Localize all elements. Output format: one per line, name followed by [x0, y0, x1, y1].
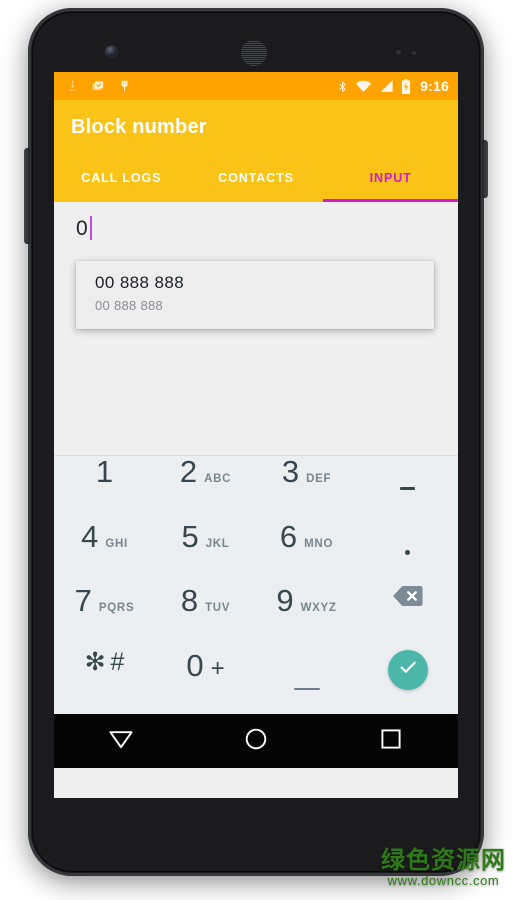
battery-charging-icon: [401, 78, 411, 94]
dialpad-key-5[interactable]: 5 JKL: [155, 521, 256, 586]
plus-symbol: +: [210, 654, 225, 682]
home-circle-icon: [244, 727, 268, 756]
input-content-area: 0 00 888 888 00 888 888: [54, 202, 458, 456]
key-digit-label: 1: [95, 454, 114, 489]
tab-input[interactable]: INPUT: [323, 154, 458, 202]
suggestion-list-item[interactable]: 00 888 888 00 888 888: [76, 272, 434, 316]
text-cursor: [89, 216, 92, 240]
backspace-key[interactable]: [357, 585, 458, 650]
dialpad-key-3[interactable]: 3 DEF: [256, 456, 357, 521]
page-title: Block number: [71, 115, 207, 138]
front-camera-lens: [106, 46, 117, 57]
volume-rocker-button[interactable]: [24, 148, 30, 244]
android-debug-icon: [118, 79, 131, 93]
key-letters-label: PQRS: [98, 602, 135, 614]
key-letters-label: JKL: [205, 537, 230, 550]
back-triangle-icon: [108, 728, 134, 755]
wifi-icon: [355, 79, 372, 93]
tab-bar: CALL LOGS CONTACTS INPUT: [54, 154, 458, 202]
key-letters-label: DEF: [306, 473, 332, 485]
app-bar: Block number: [54, 100, 458, 154]
suggestion-primary-text: 00 888 888: [95, 273, 185, 292]
cellular-signal-icon: [379, 79, 394, 93]
dialpad-key-4[interactable]: 4 GHI: [54, 521, 155, 586]
dash-icon: [400, 487, 415, 490]
star-symbol: ✻: [84, 647, 106, 676]
dialpad-key-8[interactable]: 8 TUV: [155, 585, 256, 650]
suggestion-secondary-text: 00 888 888: [95, 297, 164, 313]
key-letters-label: MNO: [304, 537, 334, 550]
confirm-fab[interactable]: [387, 649, 428, 690]
confirm-fab-cell[interactable]: [357, 649, 458, 715]
dialpad-key-7[interactable]: 7 PQRS: [54, 585, 155, 650]
phone-number-input[interactable]: 0: [54, 202, 458, 240]
key-digit-label: 5: [181, 518, 199, 554]
key-letters-label: TUV: [205, 602, 231, 614]
dialpad-key-1[interactable]: 1: [54, 456, 155, 521]
dialpad-key-6[interactable]: 6 MNO: [256, 521, 357, 586]
key-letters-label: ABC: [204, 473, 232, 485]
dialpad-key-2[interactable]: 2 ABC: [155, 456, 256, 521]
phone-screen: 9:16 Block number CALL LOGS CONTACTS INP…: [54, 72, 458, 798]
power-button[interactable]: [482, 140, 488, 198]
backspace-icon: [392, 585, 423, 607]
dot-icon: [405, 550, 410, 556]
bluetooth-icon: [337, 79, 348, 94]
dialpad-key-dash[interactable]: [357, 456, 458, 521]
nav-back-button[interactable]: [54, 728, 189, 755]
tab-call-logs[interactable]: CALL LOGS: [54, 154, 189, 202]
system-navigation-bar: [54, 714, 458, 768]
phone-number-value: 0: [76, 216, 88, 240]
recents-square-icon: [380, 728, 402, 755]
check-icon: [397, 656, 419, 683]
screenshot-saved-icon: [91, 79, 106, 93]
key-digit-label: 2: [179, 454, 198, 489]
usb-download-icon: [66, 79, 79, 93]
key-digit-label: 8: [180, 583, 199, 618]
status-bar: 9:16: [54, 72, 458, 100]
nav-home-button[interactable]: [189, 727, 324, 756]
status-bar-clock: 9:16: [420, 78, 449, 94]
underscore-icon: [293, 687, 320, 690]
dialpad-key-0-plus[interactable]: 0 +: [155, 650, 256, 715]
phone-device-frame: 9:16 Block number CALL LOGS CONTACTS INP…: [24, 8, 488, 876]
proximity-sensor-cluster: [396, 50, 422, 55]
status-bar-left-icons: [66, 79, 131, 93]
key-digit-label: 7: [74, 583, 92, 618]
key-digit-label: 3: [281, 454, 300, 489]
key-digit-label: 4: [81, 518, 99, 554]
key-letters-label: WXYZ: [300, 602, 337, 614]
dialpad-key-space[interactable]: [256, 650, 357, 715]
suggestion-dropdown: 00 888 888 00 888 888: [76, 261, 434, 329]
status-bar-right-icons: 9:16: [337, 78, 449, 94]
nav-recents-button[interactable]: [323, 728, 458, 755]
key-digit-label: 0: [186, 647, 204, 683]
dialpad-key-star-hash[interactable]: ✻ #: [54, 647, 155, 715]
key-digit-label: 6: [279, 518, 298, 554]
key-letters-label: GHI: [105, 537, 128, 550]
dialpad-key-dot[interactable]: [357, 521, 458, 586]
dialpad: 1 2 ABC 3 DEF 4 GHI 5 JKL 6 MNO 7 PQRS 8…: [54, 456, 458, 714]
tab-contacts[interactable]: CONTACTS: [189, 154, 324, 202]
key-digit-label: 9: [276, 583, 294, 618]
hash-symbol: #: [110, 647, 125, 676]
earpiece-speaker-grille: [241, 40, 267, 66]
dialpad-key-9[interactable]: 9 WXYZ: [256, 585, 357, 650]
